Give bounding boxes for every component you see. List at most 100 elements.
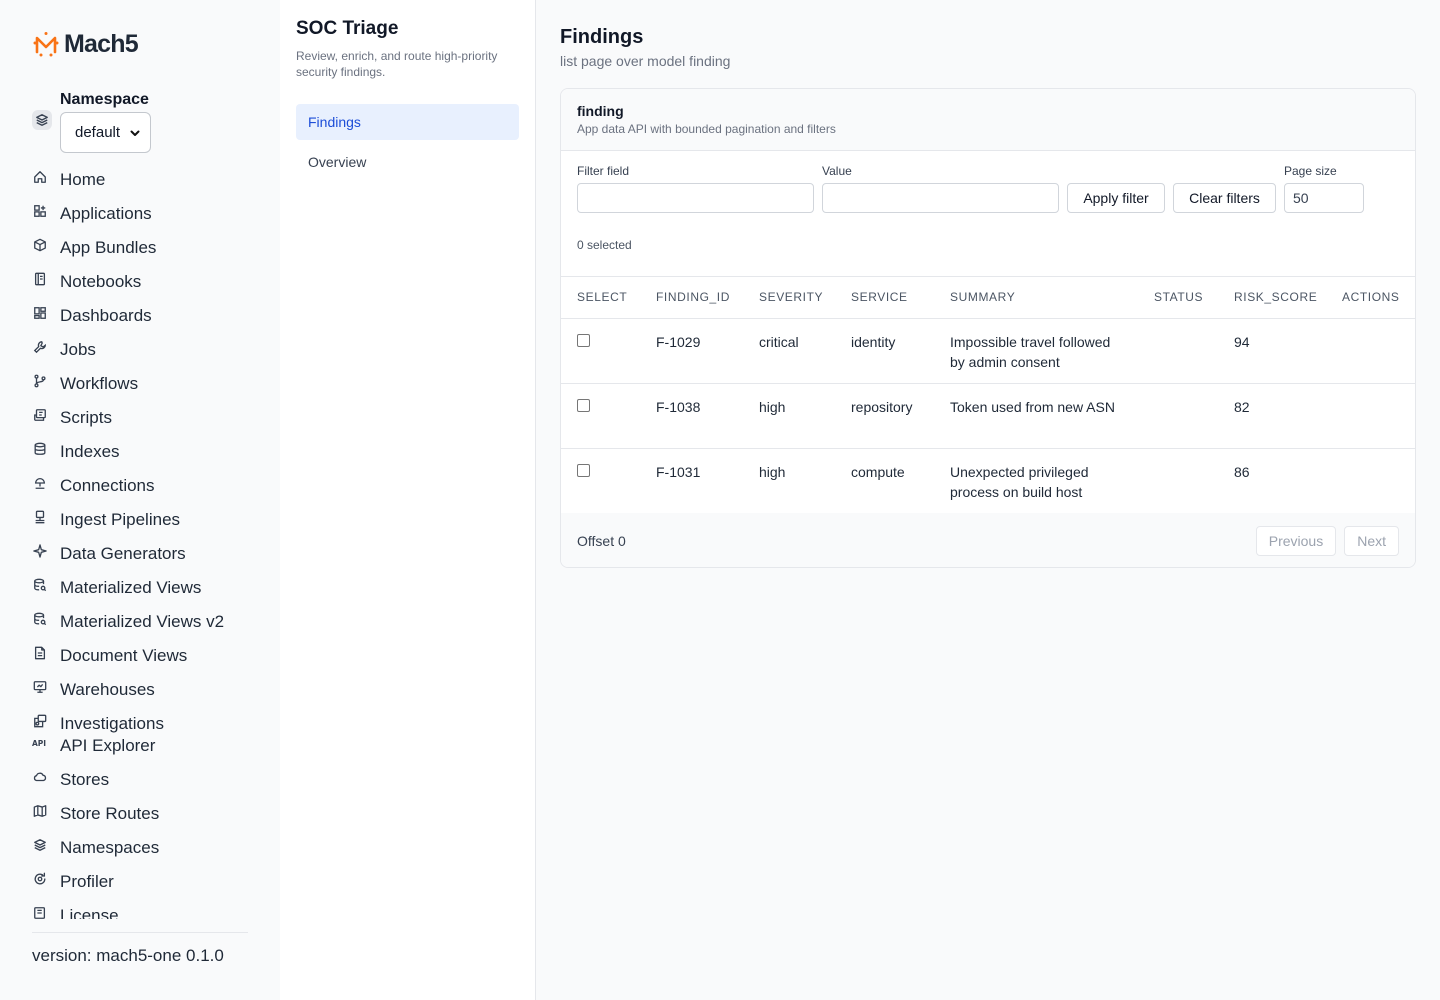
nav-item-label: Data Generators xyxy=(60,544,186,563)
filter-value-label: Value xyxy=(822,164,852,178)
nav-item-label: Store Routes xyxy=(60,804,160,823)
nav-item-label: Document Views xyxy=(60,646,188,665)
column-header-select: SELECT xyxy=(561,277,640,319)
cell-summary: Token used from new ASN xyxy=(934,383,1138,449)
license-icon xyxy=(32,905,48,919)
profiler-icon xyxy=(32,871,48,887)
cell-actions xyxy=(1326,318,1415,384)
nav-item-label: Namespaces xyxy=(60,838,160,857)
nav-item-warehouses[interactable]: Warehouses xyxy=(32,677,155,703)
cell-service: compute xyxy=(835,448,934,514)
page-size-input[interactable]: 50 xyxy=(1284,183,1364,213)
table-row: F-1038 high repository Token used from n… xyxy=(561,383,1415,449)
nav-item-workflows[interactable]: Workflows xyxy=(32,371,138,397)
cell-summary: Unexpected privileged process on build h… xyxy=(934,448,1138,514)
nav-item-store-routes[interactable]: Store Routes xyxy=(32,801,159,827)
nav-item-label: Investigations xyxy=(60,714,164,733)
filter-field-input[interactable] xyxy=(577,183,814,213)
api-icon: API xyxy=(32,735,48,751)
nav-item-materialized-views-v2[interactable]: Materialized Views v2 xyxy=(32,609,224,635)
nav-item-home[interactable]: Home xyxy=(32,167,105,193)
table-row: F-1029 critical identity Impossible trav… xyxy=(561,318,1415,384)
layers-icon xyxy=(32,837,48,853)
nav-item-label: License xyxy=(60,906,119,919)
page-title: Findings xyxy=(560,26,644,48)
main-nav: Home Applications App Bundles Notebooks … xyxy=(32,167,248,919)
nav-item-label: Connections xyxy=(60,476,155,495)
map-icon xyxy=(32,803,48,819)
pager: Previous Next xyxy=(1255,526,1399,556)
column-header-risk-score[interactable]: RISK_SCORE xyxy=(1218,277,1326,319)
nav-item-label: Materialized Views xyxy=(60,578,202,597)
home-icon xyxy=(32,169,48,185)
database-search-icon xyxy=(32,611,48,627)
nav-item-app-bundles[interactable]: App Bundles xyxy=(32,235,156,261)
column-header-status[interactable]: STATUS xyxy=(1138,277,1218,319)
namespace-select[interactable]: default xyxy=(60,112,151,153)
findings-table: SELECT FINDING_ID SEVERITY SERVICE SUMMA… xyxy=(561,277,1415,514)
cell-service: identity xyxy=(835,318,934,384)
investigation-icon xyxy=(32,713,48,729)
offset-text: Offset 0 xyxy=(577,533,626,549)
nav-item-jobs[interactable]: Jobs xyxy=(32,337,96,363)
sidebar-divider xyxy=(32,932,248,933)
document-icon xyxy=(32,645,48,661)
app-link-overview[interactable]: Overview xyxy=(296,144,519,180)
notebook-icon xyxy=(32,271,48,287)
nav-item-applications[interactable]: Applications xyxy=(32,201,152,227)
next-page-button[interactable]: Next xyxy=(1344,526,1399,556)
column-header-severity[interactable]: SEVERITY xyxy=(743,277,835,319)
nav-item-label: Indexes xyxy=(60,442,120,461)
findings-card: finding App data API with bounded pagina… xyxy=(560,88,1416,568)
filter-field-label: Filter field xyxy=(577,164,630,178)
cell-risk-score: 82 xyxy=(1218,383,1326,449)
brand-name: Mach5 xyxy=(64,29,139,58)
row-select-checkbox[interactable] xyxy=(577,398,590,412)
namespace-label: Namespace xyxy=(60,91,149,108)
filter-value-input[interactable] xyxy=(822,183,1059,213)
cell-severity: high xyxy=(743,383,835,449)
filter-bar: Filter field Value Apply filter Clear fi… xyxy=(561,151,1415,277)
nav-item-label: Warehouses xyxy=(60,680,155,699)
cell-actions xyxy=(1326,383,1415,449)
cell-summary: Impossible travel followed by admin cons… xyxy=(934,318,1138,384)
nav-item-indexes[interactable]: Indexes xyxy=(32,439,120,465)
nav-item-notebooks[interactable]: Notebooks xyxy=(32,269,141,295)
sparkle-icon xyxy=(32,543,48,559)
nav-item-dashboards[interactable]: Dashboards xyxy=(32,303,152,329)
nav-item-ingest-pipelines[interactable]: Ingest Pipelines xyxy=(32,507,180,533)
cell-risk-score: 94 xyxy=(1218,318,1326,384)
nav-item-label: Materialized Views v2 xyxy=(60,612,225,631)
dashboard-icon xyxy=(32,305,48,321)
app-link-findings[interactable]: Findings xyxy=(296,104,519,140)
package-icon xyxy=(32,237,48,253)
pagination-bar: Offset 0 Previous Next xyxy=(561,513,1415,567)
nav-item-materialized-views[interactable]: Materialized Views xyxy=(32,575,201,601)
nav-item-label: Jobs xyxy=(60,340,96,359)
column-header-service[interactable]: SERVICE xyxy=(835,277,934,319)
nav-item-profiler[interactable]: Profiler xyxy=(32,869,114,895)
row-select-checkbox[interactable] xyxy=(577,463,590,477)
nav-item-stores[interactable]: Stores xyxy=(32,767,109,793)
svg-text:API: API xyxy=(32,739,46,748)
nav-item-connections[interactable]: Connections xyxy=(32,473,155,499)
script-icon xyxy=(32,407,48,423)
apply-filter-button[interactable]: Apply filter xyxy=(1067,183,1165,213)
row-select-checkbox[interactable] xyxy=(577,333,590,347)
nav-item-document-views[interactable]: Document Views xyxy=(32,643,187,669)
nav-item-scripts[interactable]: Scripts xyxy=(32,405,112,431)
nav-item-data-generators[interactable]: Data Generators xyxy=(32,541,186,567)
nav-item-namespaces[interactable]: Namespaces xyxy=(32,835,159,861)
column-header-finding-id[interactable]: FINDING_ID xyxy=(640,277,743,319)
nav-item-api-explorer[interactable]: API API Explorer xyxy=(32,733,155,759)
previous-page-button[interactable]: Previous xyxy=(1255,526,1337,556)
cell-risk-score: 86 xyxy=(1218,448,1326,514)
nav-item-license[interactable]: License xyxy=(32,903,119,919)
card-subtitle: App data API with bounded pagination and… xyxy=(577,122,836,136)
brand-logo[interactable]: Mach5 xyxy=(32,29,139,58)
cell-finding-id: F-1029 xyxy=(640,318,743,384)
clear-filters-button[interactable]: Clear filters xyxy=(1173,183,1276,213)
card-header: finding App data API with bounded pagina… xyxy=(561,89,1415,151)
nav-item-label: Dashboards xyxy=(60,306,152,325)
column-header-summary[interactable]: SUMMARY xyxy=(934,277,1138,319)
